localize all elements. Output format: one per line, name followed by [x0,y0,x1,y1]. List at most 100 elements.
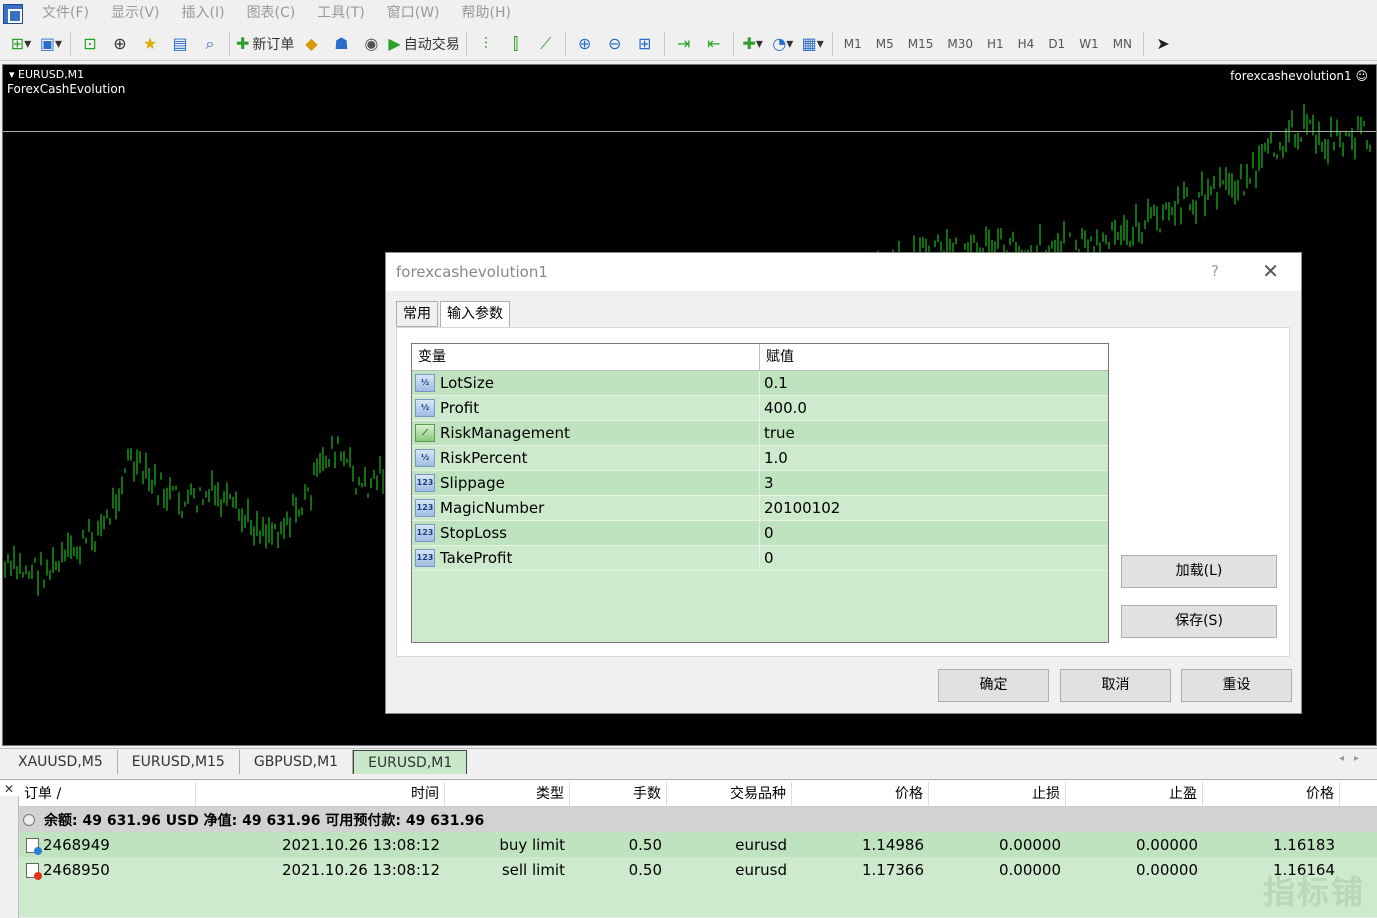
market-button[interactable]: ◉ [358,31,384,57]
close-icon[interactable]: ✕ [4,782,14,796]
tab-scroll-arrows[interactable]: ◂▸ [1339,753,1369,764]
cursor-button[interactable]: ➤ [1150,31,1176,57]
tab-inputs[interactable]: 输入参数 [440,301,510,328]
param-row[interactable]: 123 MagicNumber 20100102 [412,496,1108,521]
zoom-out-button[interactable]: ⊖ [602,31,628,57]
tf-m30[interactable]: M30 [940,37,980,51]
indicators-button[interactable]: ✚ ▾ [740,31,766,57]
cancel-button[interactable]: 取消 [1060,669,1171,702]
menu-insert[interactable]: 插入(I) [171,0,236,27]
candlestick-icon: ⫿ [513,33,519,53]
market-watch-icon: ⊡ [83,34,97,53]
periods-button[interactable]: ◔ ▾ [770,31,796,57]
tab-eurusd-m1[interactable]: EURUSD,M1 [353,750,468,774]
help-icon[interactable]: ? [1211,262,1219,280]
param-value[interactable]: true [760,424,795,442]
signals-icon: ☗ [334,34,349,53]
auto-scroll-button[interactable]: ⇥ [671,31,697,57]
menu-charts[interactable]: 图表(C) [236,0,307,27]
templates-button[interactable]: ▦ ▾ [800,31,826,57]
col-symbol[interactable]: 交易品种 [667,782,792,806]
tf-m5[interactable]: M5 [869,37,901,51]
tab-eurusd-m15[interactable]: EURUSD,M15 [118,750,240,774]
signals-button[interactable]: ☗ [328,31,354,57]
param-row[interactable]: ½ Profit 400.0 [412,396,1108,421]
col-type[interactable]: 类型 [445,782,570,806]
profiles-button[interactable]: ▣ ▾ [38,31,64,57]
param-row[interactable]: 123 Slippage 3 [412,471,1108,496]
param-value[interactable]: 0 [760,549,774,567]
table-row[interactable]: 2468949 2021.10.26 13:08:12 buy limit 0.… [19,832,1377,857]
param-value[interactable]: 0 [760,524,774,542]
tab-xauusd-m5[interactable]: XAUUSD,M5 [0,750,118,774]
save-button[interactable]: 保存(S) [1121,605,1277,638]
param-row[interactable]: ⟋ RiskManagement true [412,421,1108,446]
param-row[interactable]: 123 TakeProfit 0 [412,546,1108,571]
new-chart-button[interactable]: ⊞ ▾ [8,31,34,57]
close-icon[interactable]: ✕ [1262,259,1279,283]
balance-row: 余额: 49 631.96 USD 净值: 49 631.96 可用预付款: 4… [19,807,1377,832]
col-value[interactable]: 赋值 [760,344,794,370]
new-order-button[interactable]: ✚ 新订单 [236,31,294,57]
sell-order-icon [26,862,42,880]
zoom-in-button[interactable]: ⊕ [572,31,598,57]
grid-header: 变量 赋值 [412,344,1108,371]
tf-mn[interactable]: MN [1106,37,1139,51]
terminal-button[interactable]: ▤ [167,31,193,57]
tf-h1[interactable]: H1 [980,37,1011,51]
auto-trading-icon: ▶ [388,34,401,53]
col-tp[interactable]: 止盈 [1066,782,1203,806]
col-price[interactable]: 价格 [792,782,929,806]
param-value[interactable]: 3 [760,474,774,492]
load-button[interactable]: 加载(L) [1121,555,1277,588]
balance-text: 余额: 49 631.96 USD 净值: 49 631.96 可用预付款: 4… [44,812,485,829]
balance-icon [23,813,35,826]
col-lots[interactable]: 手数 [570,782,667,806]
tile-windows-button[interactable]: ⊞ [632,31,658,57]
tab-gbpusd-m1[interactable]: GBPUSD,M1 [240,750,354,774]
line-chart-button[interactable]: ⟋ [533,31,559,57]
data-window-button[interactable]: ⊕ [107,31,133,57]
metaeditor-icon: ◆ [305,34,318,53]
input-params-grid: 变量 赋值 ½ LotSize 0.1 ½ Profit 400.0 ⟋ RiskManage… [411,343,1109,643]
orders-empty-area [19,882,1377,917]
param-row[interactable]: 123 StopLoss 0 [412,521,1108,546]
tab-common[interactable]: 常用 [396,301,438,327]
tf-m1[interactable]: M1 [837,37,869,51]
param-row[interactable]: ½ RiskPercent 1.0 [412,446,1108,471]
menu-window[interactable]: 窗口(W) [376,0,451,27]
param-value[interactable]: 0.1 [760,374,788,392]
col-current-price[interactable]: 价格 [1203,782,1340,806]
param-rows: ½ LotSize 0.1 ½ Profit 400.0 ⟋ RiskManagement tr… [412,371,1108,571]
bar-chart-button[interactable]: ⫶ [473,31,499,57]
candlestick-button[interactable]: ⫿ [503,31,529,57]
param-value[interactable]: 1.0 [760,449,788,467]
tf-h4[interactable]: H4 [1011,37,1042,51]
table-row[interactable]: 2468950 2021.10.26 13:08:12 sell limit 0… [19,857,1377,882]
param-row[interactable]: ½ LotSize 0.1 [412,371,1108,396]
col-variable[interactable]: 变量 [412,344,760,370]
col-sl[interactable]: 止损 [929,782,1066,806]
navigator-button[interactable]: ★ [137,31,163,57]
ok-button[interactable]: 确定 [938,669,1049,702]
tf-d1[interactable]: D1 [1041,37,1072,51]
reset-button[interactable]: 重设 [1181,669,1292,702]
auto-trading-button[interactable]: ▶ 自动交易 [388,31,459,57]
market-watch-button[interactable]: ⊡ [77,31,103,57]
tf-m15[interactable]: M15 [901,37,941,51]
metaeditor-button[interactable]: ◆ [298,31,324,57]
menu-help[interactable]: 帮助(H) [451,0,522,27]
chart-shift-button[interactable]: ⇤ [701,31,727,57]
menu-tools[interactable]: 工具(T) [306,0,375,27]
param-value[interactable]: 400.0 [760,399,807,417]
col-time[interactable]: 时间 [196,782,445,806]
watermark: 指标铺 [1262,873,1365,911]
tester-button[interactable]: ⌕ [197,31,223,57]
menu-file[interactable]: 文件(F) [31,0,100,27]
col-order[interactable]: 订单 / [19,782,196,806]
param-value[interactable]: 20100102 [760,499,840,517]
zoom-in-icon: ⊕ [578,34,592,53]
star-folder-icon: ★ [142,34,158,53]
menu-view[interactable]: 显示(V) [100,0,171,27]
tf-w1[interactable]: W1 [1072,37,1106,51]
